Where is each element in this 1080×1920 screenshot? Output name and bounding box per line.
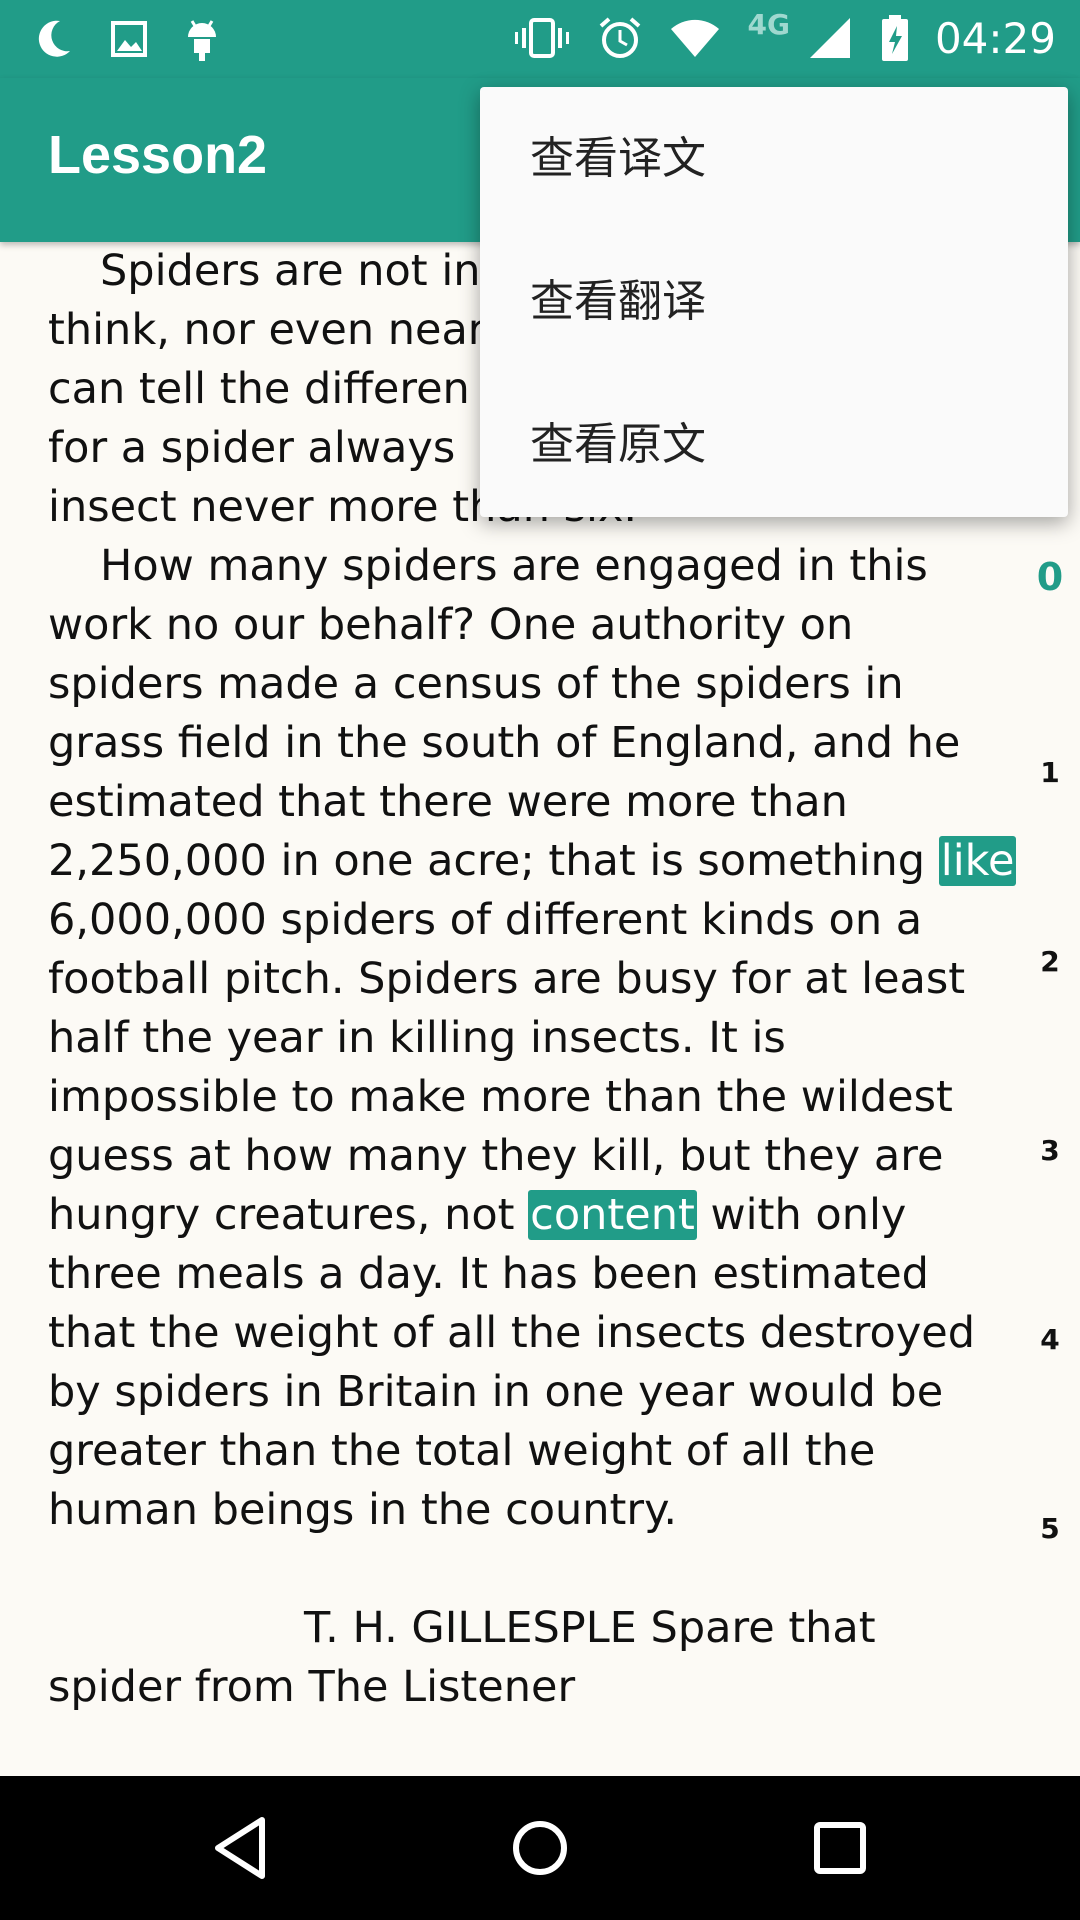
android-icon — [188, 20, 216, 61]
p1-line-3: can tell the differen — [48, 364, 470, 414]
highlighted-word-like[interactable]: like — [938, 836, 1017, 886]
p2-text-1: How many spiders are engaged in this wor… — [48, 541, 961, 886]
status-bar: 4G 04:29 — [0, 0, 1080, 78]
moon-icon — [38, 20, 70, 57]
network-type-label: 4G — [747, 7, 790, 41]
signature-text: T. H. GILLESPLE Spare that spider from T… — [48, 1603, 876, 1712]
back-icon[interactable] — [212, 1816, 268, 1880]
menu-item-view-interpretation[interactable]: 查看翻译 — [480, 230, 1068, 373]
status-right-icons: 4G — [514, 8, 910, 62]
navigation-bar — [0, 1776, 1080, 1920]
gutter-number-2[interactable]: 2 — [1030, 945, 1070, 978]
p1-line-4: for a spider always — [48, 423, 456, 473]
app-title: Lesson2 — [48, 125, 268, 185]
gutter-number-4[interactable]: 4 — [1030, 1323, 1070, 1356]
signal-icon — [810, 18, 850, 58]
p2-text-2: 6,000,000 spiders of different kinds on … — [48, 895, 966, 1240]
menu-item-view-original[interactable]: 查看原文 — [480, 373, 1068, 516]
wifi-icon — [670, 19, 719, 57]
paragraph-2: How many spiders are engaged in this wor… — [48, 537, 1018, 1540]
gutter-number-1[interactable]: 1 — [1030, 756, 1070, 789]
signature: T. H. GILLESPLE Spare that spider from T… — [48, 1599, 1018, 1717]
p1-line-2: think, nor even near — [48, 305, 486, 355]
menu-item-view-translation[interactable]: 查看译文 — [480, 87, 1068, 230]
gutter-number-5[interactable]: 5 — [1030, 1512, 1070, 1545]
gutter-number-0[interactable]: 0 — [1030, 555, 1070, 599]
alarm-icon — [599, 17, 640, 58]
gutter-number-3[interactable]: 3 — [1030, 1134, 1070, 1167]
home-icon[interactable] — [510, 1816, 570, 1880]
p2-text-3: with only three meals a day. It has been… — [48, 1190, 976, 1535]
recents-icon[interactable] — [812, 1816, 868, 1880]
overflow-menu: 查看译文 查看翻译 查看原文 — [480, 87, 1068, 517]
image-icon — [111, 21, 147, 57]
status-time: 04:29 — [934, 14, 1056, 63]
p1-line-1: Spiders are not in — [100, 246, 481, 296]
battery-charging-icon — [882, 15, 908, 61]
vibrate-icon — [514, 18, 569, 58]
status-left-icons — [34, 15, 220, 63]
highlighted-word-content[interactable]: content — [528, 1190, 697, 1240]
